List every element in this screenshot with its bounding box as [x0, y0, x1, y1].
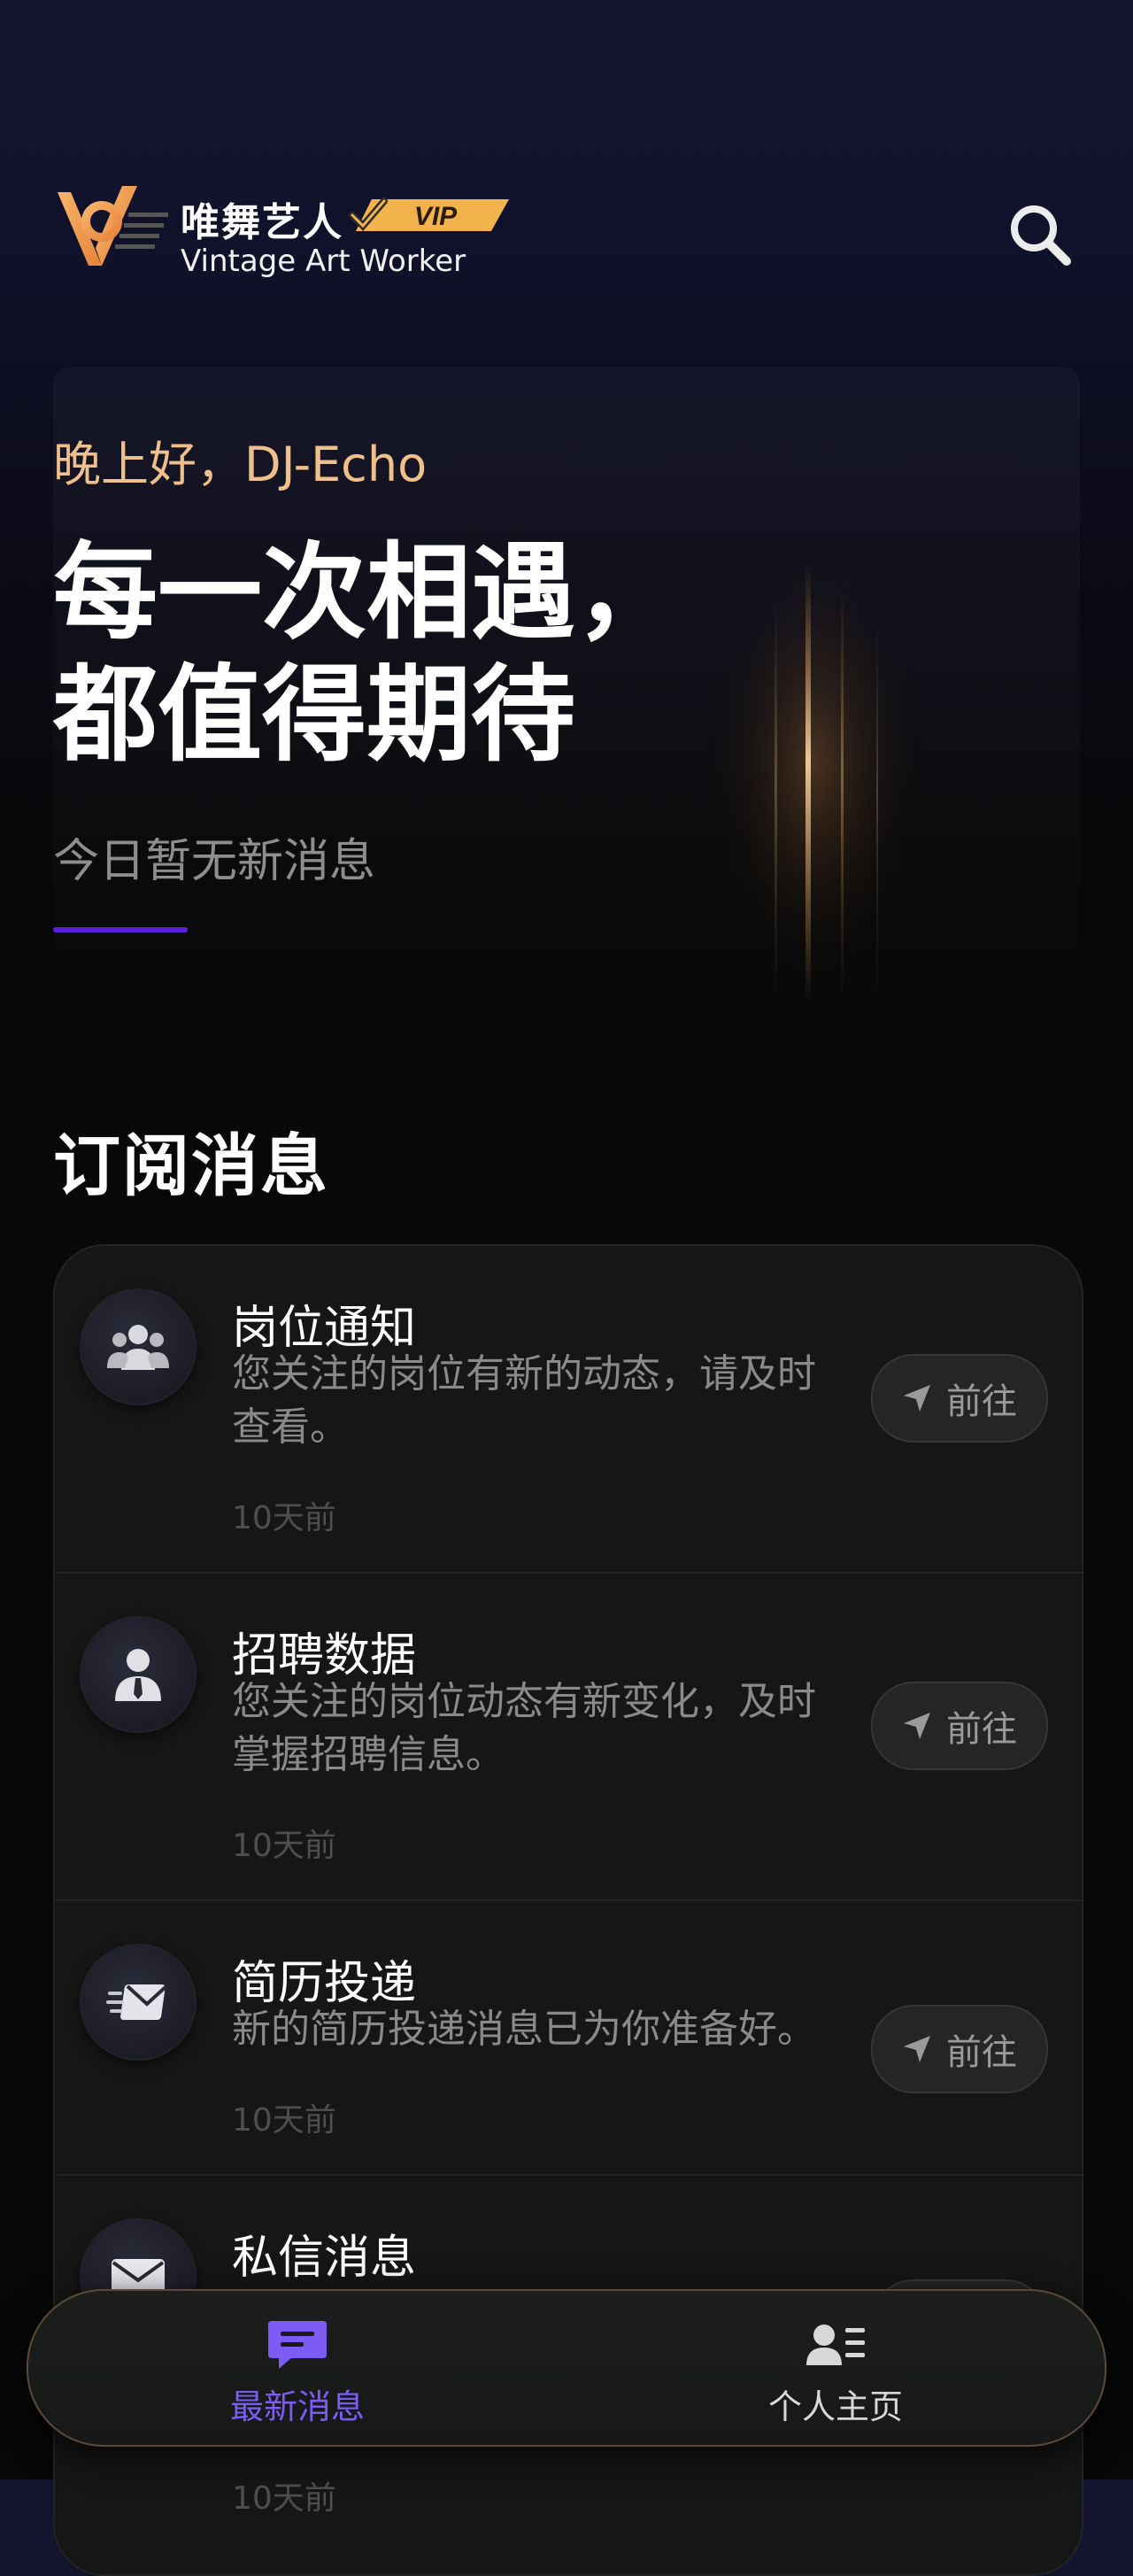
- go-button-label: 前往: [946, 2032, 1017, 2073]
- item-title: 私信消息: [232, 2232, 417, 2285]
- list-item[interactable]: 岗位通知 您关注的岗位有新的动态，请及时查看。 10天前 前往: [55, 1246, 1082, 1574]
- search-icon[interactable]: [1000, 195, 1080, 275]
- nav-personal-homepage[interactable]: 个人主页: [566, 2291, 1105, 2445]
- navigation-arrow-icon: [904, 1385, 930, 1412]
- go-button[interactable]: 前往: [871, 1354, 1048, 1443]
- list-item[interactable]: 招聘数据 您关注的岗位动态有新变化，及时掌握招聘信息。 10天前 前往: [55, 1574, 1082, 1901]
- section-title: 订阅消息: [53, 1126, 329, 1205]
- vip-badge-icon: VIP: [349, 197, 509, 231]
- no-new-messages-text: 今日暂无新消息: [53, 835, 376, 888]
- item-time: 10天前: [232, 1500, 336, 1536]
- go-button-label: 前往: [946, 1709, 1017, 1750]
- greeting-text: 晚上好，DJ-Echo: [53, 437, 428, 492]
- send-mail-icon: [81, 1946, 195, 2059]
- app-header: 唯舞艺人 VIP Vintage Art Worker: [53, 182, 1080, 288]
- user-tie-icon: [81, 1618, 195, 1731]
- profile-card-icon: [806, 2325, 865, 2365]
- brand-name: 唯舞艺人: [181, 200, 343, 245]
- item-description: 您关注的岗位动态有新变化，及时掌握招聘信息。: [232, 1679, 816, 1777]
- bottom-navigation: 最新消息 个人主页: [27, 2289, 1106, 2447]
- nav-latest-messages-label: 最新消息: [229, 2387, 365, 2426]
- headline-line-1: 每一次相遇，: [53, 531, 681, 654]
- svg-text:VIP: VIP: [414, 202, 458, 231]
- item-description: 新的简历投递消息已为你准备好。: [232, 2007, 816, 2052]
- item-title: 简历投递: [232, 1957, 417, 2010]
- nav-personal-homepage-label: 个人主页: [767, 2387, 903, 2426]
- group-icon: [81, 1290, 195, 1404]
- navigation-arrow-icon: [904, 1713, 930, 1739]
- nav-latest-messages[interactable]: 最新消息: [28, 2291, 566, 2445]
- item-title: 招聘数据: [232, 1629, 417, 1683]
- page-indicator: [53, 927, 188, 932]
- hero-headline: 每一次相遇， 都值得期待: [53, 531, 680, 776]
- go-button[interactable]: 前往: [871, 2005, 1048, 2093]
- go-button[interactable]: 前往: [871, 1682, 1048, 1770]
- chat-message-icon: [268, 2321, 327, 2369]
- navigation-arrow-icon: [904, 2036, 930, 2062]
- light-beam-decoration: [699, 545, 929, 1027]
- vaw-logo-icon: [58, 186, 168, 266]
- item-time: 10天前: [232, 2102, 336, 2139]
- item-description: 您关注的岗位有新的动态，请及时查看。: [232, 1351, 816, 1450]
- hero-banner: 晚上好，DJ-Echo 每一次相遇， 都值得期待 今日暂无新消息: [53, 367, 1080, 1027]
- list-item[interactable]: 简历投递 新的简历投递消息已为你准备好。 10天前 前往: [55, 1901, 1082, 2176]
- headline-line-2: 都值得期待: [53, 654, 576, 776]
- item-title: 岗位通知: [232, 1302, 417, 1355]
- go-button-label: 前往: [946, 1381, 1017, 1422]
- item-time: 10天前: [232, 1828, 336, 1864]
- brand-subtitle: Vintage Art Worker: [181, 244, 466, 279]
